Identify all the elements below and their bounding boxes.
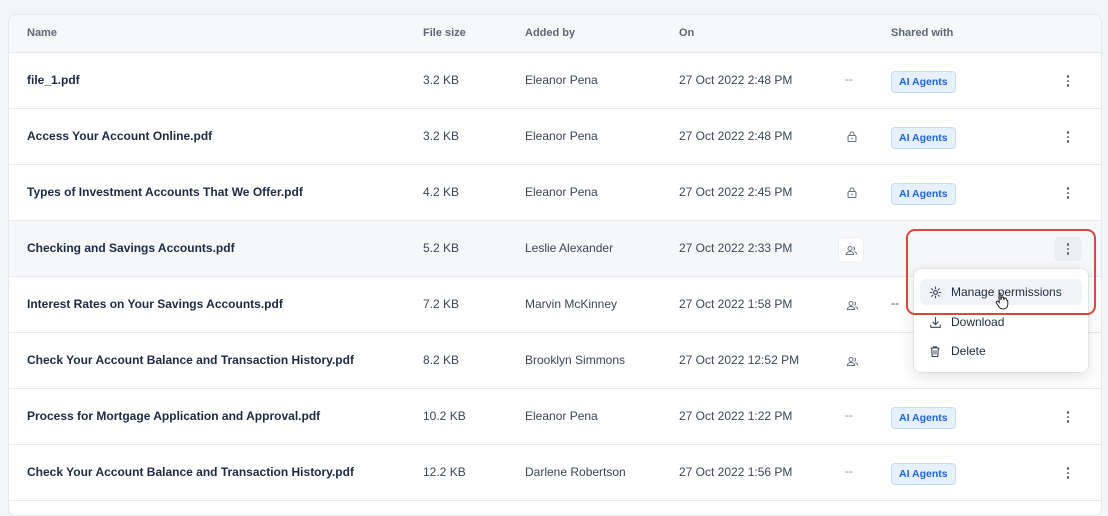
kebab-icon [1066, 411, 1070, 423]
table-row[interactable]: Access Your Account Online.pdf 3.2 KB El… [9, 109, 1101, 165]
added-on: 27 Oct 2022 1:58 PM [679, 297, 793, 311]
gear-icon [928, 285, 942, 299]
delete-item[interactable]: Delete [920, 338, 1082, 364]
added-on: 27 Oct 2022 2:45 PM [679, 185, 793, 199]
kebab-icon [1066, 243, 1070, 255]
added-by: Brooklyn Simmons [525, 353, 626, 367]
shared-badge: AI Agents [891, 407, 956, 429]
table-header: Name File size Added by On Shared with [9, 15, 1101, 53]
header-name[interactable]: Name [27, 27, 57, 39]
shared-badge: AI Agents [891, 463, 956, 485]
lock-icon [841, 186, 865, 204]
added-on: 27 Oct 2022 12:52 PM [679, 353, 800, 367]
download-item[interactable]: Download [920, 309, 1082, 335]
file-size: 7.2 KB [423, 297, 460, 311]
row-menu-button[interactable] [1054, 69, 1082, 93]
file-size: 4.2 KB [423, 185, 460, 199]
kebab-icon [1066, 131, 1070, 143]
file-name[interactable]: Access Your Account Online.pdf [27, 129, 212, 143]
users-icon [841, 298, 865, 316]
row-menu-button[interactable] [1054, 181, 1082, 205]
shared-empty: -- [891, 296, 899, 310]
users-icon [841, 354, 865, 372]
added-on: 27 Oct 2022 1:56 PM [679, 465, 793, 479]
file-name[interactable]: Process for Mortgage Application and App… [27, 409, 320, 423]
added-by: Darlene Robertson [525, 465, 626, 479]
kebab-icon [1066, 467, 1070, 479]
file-name[interactable]: Checking and Savings Accounts.pdf [27, 241, 235, 255]
row-menu-button[interactable] [1054, 125, 1082, 149]
shared-badge: AI Agents [891, 71, 956, 93]
file-name[interactable]: Check Your Account Balance and Transacti… [27, 353, 354, 367]
file-name[interactable]: Types of Investment Accounts That We Off… [27, 185, 303, 199]
delete-label: Delete [951, 344, 986, 358]
access-empty: -- [845, 408, 853, 422]
table-row[interactable]: Types of Investment Accounts That We Off… [9, 165, 1101, 221]
added-by: Eleanor Pena [525, 185, 598, 199]
files-table: Name File size Added by On Shared with f… [8, 14, 1102, 516]
table-row[interactable]: file_1.pdf 3.2 KB Eleanor Pena 27 Oct 20… [9, 53, 1101, 109]
hand-cursor-icon [995, 292, 1009, 310]
file-size: 5.2 KB [423, 241, 460, 255]
header-file-size[interactable]: File size [423, 27, 466, 39]
kebab-icon [1066, 187, 1070, 199]
file-size: 3.2 KB [423, 73, 460, 87]
added-on: 27 Oct 2022 2:48 PM [679, 73, 793, 87]
file-size: 10.2 KB [423, 409, 466, 423]
added-by: Leslie Alexander [525, 241, 614, 255]
file-size: 12.2 KB [423, 465, 466, 479]
added-on: 27 Oct 2022 2:48 PM [679, 129, 793, 143]
table-row[interactable]: Check Your Account Balance and Transacti… [9, 445, 1101, 501]
lock-icon [841, 130, 865, 148]
file-size: 3.2 KB [423, 129, 460, 143]
added-by: Eleanor Pena [525, 129, 598, 143]
added-by: Eleanor Pena [525, 73, 598, 87]
file-size: 8.2 KB [423, 353, 460, 367]
header-shared-with[interactable]: Shared with [891, 27, 953, 39]
kebab-icon [1066, 75, 1070, 87]
file-name[interactable]: Check Your Account Balance and Transacti… [27, 465, 354, 479]
added-by: Eleanor Pena [525, 409, 598, 423]
file-name[interactable]: Interest Rates on Your Savings Accounts.… [27, 297, 283, 311]
users-icon [838, 237, 864, 263]
added-on: 27 Oct 2022 1:22 PM [679, 409, 793, 423]
trash-icon [928, 344, 942, 358]
added-by: Marvin McKinney [525, 297, 618, 311]
row-context-menu: Manage permissions Download Delete [914, 269, 1088, 372]
header-on[interactable]: On [679, 27, 694, 39]
header-added-by[interactable]: Added by [525, 27, 575, 39]
table-row[interactable]: Process for Mortgage Application and App… [9, 389, 1101, 445]
row-menu-button[interactable] [1054, 405, 1082, 429]
download-icon [928, 315, 942, 329]
added-on: 27 Oct 2022 2:33 PM [679, 241, 793, 255]
access-empty: -- [845, 464, 853, 478]
row-menu-button[interactable] [1054, 461, 1082, 485]
download-label: Download [951, 315, 1005, 329]
file-name[interactable]: file_1.pdf [27, 73, 80, 87]
access-empty: -- [845, 72, 853, 86]
shared-badge: AI Agents [891, 127, 956, 149]
shared-badge: AI Agents [891, 183, 956, 205]
row-menu-button[interactable] [1054, 237, 1082, 261]
